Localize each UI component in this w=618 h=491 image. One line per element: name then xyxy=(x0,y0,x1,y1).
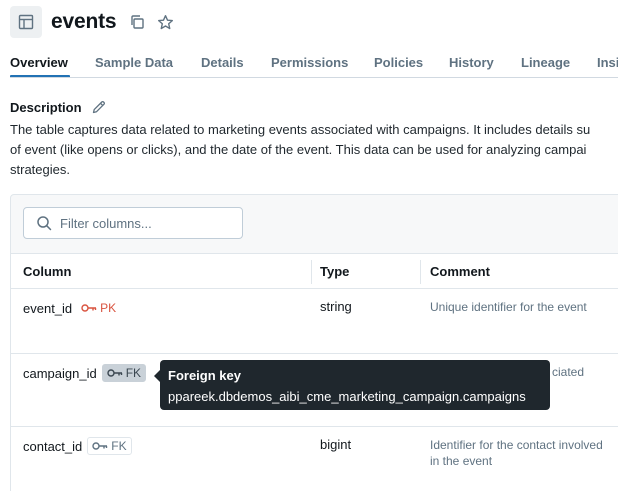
foreign-key-tag[interactable]: FK xyxy=(87,437,132,455)
description-line: The table captures data related to marke… xyxy=(10,122,591,137)
primary-key-tag[interactable]: PK xyxy=(77,299,121,317)
filter-columns-box xyxy=(23,207,243,239)
column-name-cell: contact_id FK xyxy=(23,437,132,455)
foreign-key-tooltip: Foreign key ppareek.dbdemos_aibi_cme_mar… xyxy=(154,360,550,410)
tab-policies[interactable]: Policies xyxy=(374,55,423,70)
tab-history[interactable]: History xyxy=(449,55,494,70)
primary-key-label: PK xyxy=(100,301,117,315)
key-icon xyxy=(107,369,122,377)
tooltip-arrow xyxy=(154,370,160,382)
column-divider[interactable] xyxy=(420,260,421,284)
column-name-cell: campaign_id FK xyxy=(23,364,147,382)
key-icon xyxy=(92,442,108,450)
column-header-type[interactable]: Type xyxy=(320,264,349,279)
column-type: bigint xyxy=(320,437,352,452)
columns-panel: Column Type Comment event_id PK string U… xyxy=(10,194,618,491)
column-comment[interactable]: Identifier for the contact involved in t… xyxy=(430,437,610,469)
star-icon[interactable] xyxy=(156,13,174,31)
table-row: contact_id FK bigint Identifier for the … xyxy=(11,427,618,491)
description-label: Description xyxy=(10,99,82,115)
column-header-comment[interactable]: Comment xyxy=(430,264,490,279)
filter-columns-input[interactable] xyxy=(60,215,230,231)
column-header-column[interactable]: Column xyxy=(23,264,71,279)
description-text: The table captures data related to marke… xyxy=(10,120,618,180)
foreign-key-label: FK xyxy=(125,366,142,380)
description-header: Description xyxy=(10,98,107,116)
edit-pencil-icon[interactable] xyxy=(91,99,107,115)
column-comment[interactable]: Unique identifier for the event xyxy=(430,299,610,315)
tab-lineage[interactable]: Lineage xyxy=(521,55,570,70)
column-comment[interactable]: ciated xyxy=(552,364,618,380)
foreign-key-label: FK xyxy=(111,439,127,453)
key-icon xyxy=(81,304,97,312)
column-name-cell: event_id PK xyxy=(23,299,121,317)
tooltip-title: Foreign key xyxy=(168,368,241,383)
table-header-row: Column Type Comment xyxy=(11,253,618,289)
column-name: campaign_id xyxy=(23,365,97,381)
tab-insights[interactable]: Insi xyxy=(597,55,618,70)
description-line: strategies. xyxy=(10,162,70,177)
tab-bar: Overview Sample Data Details Permissions… xyxy=(10,52,618,78)
page-header: events xyxy=(10,6,174,38)
column-name: contact_id xyxy=(23,438,83,454)
page-title: events xyxy=(51,10,117,33)
foreign-key-tag[interactable]: FK xyxy=(101,364,147,382)
tab-permissions[interactable]: Permissions xyxy=(271,55,348,70)
search-icon xyxy=(36,215,52,231)
tooltip-body: ppareek.dbdemos_aibi_cme_marketing_campa… xyxy=(168,389,526,404)
column-type: string xyxy=(320,299,352,314)
table-row: event_id PK string Unique identifier for… xyxy=(11,289,618,354)
tab-details[interactable]: Details xyxy=(201,55,244,70)
column-divider[interactable] xyxy=(311,260,312,284)
column-name: event_id xyxy=(23,300,73,316)
description-line: of event (like opens or clicks), and the… xyxy=(10,142,587,157)
tab-overview[interactable]: Overview xyxy=(10,55,68,70)
active-tab-indicator xyxy=(10,75,70,77)
tab-sample-data[interactable]: Sample Data xyxy=(95,55,173,70)
copy-icon[interactable] xyxy=(128,13,146,31)
table-icon xyxy=(10,6,42,38)
